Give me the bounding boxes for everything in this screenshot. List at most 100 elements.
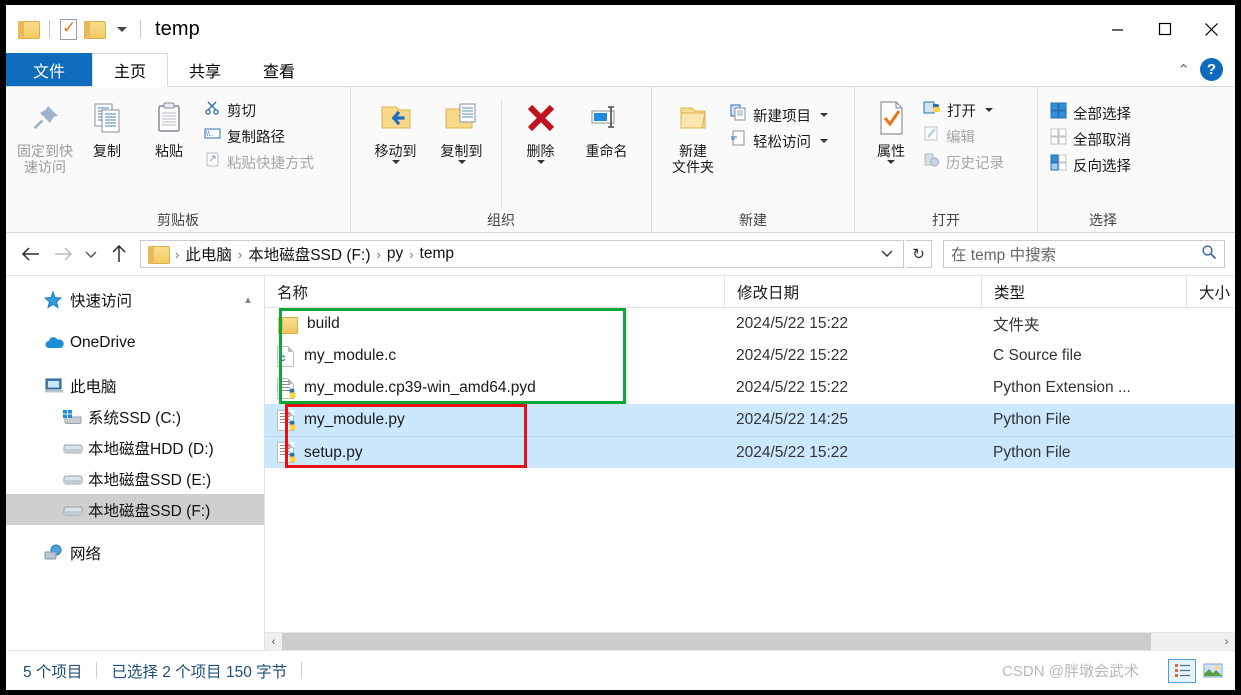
- new-item-label: 新建项目: [753, 108, 811, 125]
- properties-button[interactable]: 属性: [863, 94, 919, 164]
- file-date-cell: 2024/5/22 14:25: [736, 411, 849, 428]
- paste-button[interactable]: 粘贴: [138, 94, 200, 159]
- horizontal-scrollbar[interactable]: ‹ ›: [265, 632, 1235, 651]
- ribbon-tabs-right: ⌃ ?: [1177, 53, 1235, 86]
- back-button[interactable]: [16, 239, 46, 269]
- tab-view[interactable]: 查看: [242, 53, 316, 86]
- column-header-date[interactable]: 修改日期: [724, 276, 981, 307]
- move-to-button[interactable]: 移动到: [365, 94, 427, 164]
- easy-access-button[interactable]: 轻松访问: [726, 128, 832, 154]
- sidebar-item-network[interactable]: 网络: [6, 537, 264, 568]
- clipboard-group-title: 剪贴板: [157, 212, 199, 228]
- sidebar-label: 本地磁盘SSD (F:): [88, 502, 211, 520]
- sidebar-item-drive-c[interactable]: 系统SSD (C:): [6, 401, 264, 432]
- chevron-down-icon: [887, 160, 895, 164]
- title-bar: temp: [6, 5, 1235, 53]
- history-button[interactable]: 历史记录: [919, 149, 1008, 175]
- copy-button[interactable]: 复制: [76, 94, 138, 159]
- invert-selection-button[interactable]: 反向选择: [1046, 152, 1135, 178]
- sidebar-item-drive-e[interactable]: 本地磁盘SSD (E:): [6, 463, 264, 494]
- properties-icon: [876, 96, 906, 140]
- file-name: my_module.cp39-win_amd64.pyd: [304, 379, 536, 396]
- copy-to-label: 复制到: [440, 143, 483, 159]
- select-all-icon: [1050, 102, 1067, 124]
- copy-path-button[interactable]: \\.. 复制路径: [200, 123, 318, 149]
- address-dropdown-button[interactable]: [875, 247, 899, 261]
- new-folder-button[interactable]: 新建 文件夹: [660, 94, 726, 175]
- invert-selection-icon: [1050, 154, 1067, 176]
- properties-icon[interactable]: [60, 17, 77, 40]
- breadcrumb-item-temp[interactable]: temp: [416, 245, 458, 263]
- new-small-commands: 新建项目 轻松访问: [726, 94, 832, 154]
- refresh-button[interactable]: ↻: [906, 240, 932, 268]
- copy-to-button[interactable]: 复制到: [431, 94, 493, 164]
- forward-button[interactable]: [48, 239, 78, 269]
- select-all-button[interactable]: 全部选择: [1046, 100, 1135, 126]
- scrollbar-thumb[interactable]: [282, 632, 1151, 651]
- sidebar-item-drive-f[interactable]: 本地磁盘SSD (F:): [6, 494, 264, 525]
- open-button[interactable]: 打开: [919, 97, 1008, 123]
- python-logo-icon: [284, 388, 297, 401]
- table-row[interactable]: my_module.py 2024/5/22 14:25 Python File: [265, 404, 1235, 436]
- breadcrumb-item-drive-f[interactable]: 本地磁盘SSD (F:): [244, 243, 374, 265]
- sidebar-item-drive-d[interactable]: 本地磁盘HDD (D:): [6, 432, 264, 463]
- search-input[interactable]: 在 temp 中搜索: [951, 243, 1201, 265]
- new-folder-icon[interactable]: [84, 20, 106, 39]
- invert-selection-label: 反向选择: [1073, 158, 1131, 175]
- copy-label: 复制: [93, 143, 121, 159]
- tab-file[interactable]: 文件: [6, 53, 93, 86]
- new-item-button[interactable]: 新建项目: [726, 102, 832, 128]
- search-icon[interactable]: [1201, 244, 1217, 264]
- tab-share[interactable]: 共享: [168, 53, 242, 86]
- customize-qat-button[interactable]: [112, 5, 130, 53]
- select-none-button[interactable]: 全部取消: [1046, 126, 1135, 152]
- python-open-icon: [923, 99, 941, 121]
- table-row[interactable]: setup.py 2024/5/22 15:22 Python File: [265, 436, 1235, 468]
- windows-drive-icon: [62, 409, 88, 425]
- rename-button[interactable]: 重命名: [576, 94, 638, 159]
- paste-icon: [152, 96, 186, 140]
- table-row[interactable]: build 2024/5/22 15:22 文件夹: [265, 308, 1235, 340]
- ribbon-group-new: 新建 文件夹 新建项目 轻松访问 新建: [652, 87, 855, 232]
- scroll-right-button[interactable]: ›: [1218, 636, 1235, 648]
- edit-button[interactable]: 编辑: [919, 123, 1008, 149]
- file-name: build: [307, 315, 340, 332]
- thumbnails-view-button[interactable]: [1199, 659, 1227, 683]
- maximize-button[interactable]: [1141, 5, 1188, 53]
- pin-to-quick-access-button[interactable]: 固定到快 速访问: [14, 94, 76, 175]
- sidebar-item-this-pc[interactable]: 此电脑: [6, 370, 264, 401]
- select-none-label: 全部取消: [1073, 132, 1131, 149]
- breadcrumb-item-py[interactable]: py: [383, 245, 407, 263]
- cut-button[interactable]: 剪切: [200, 97, 318, 123]
- tab-home[interactable]: 主页: [92, 53, 169, 87]
- delete-button[interactable]: 删除: [510, 94, 572, 164]
- folder-icon[interactable]: [18, 20, 40, 39]
- paste-shortcut-button[interactable]: 粘贴快捷方式: [200, 149, 318, 175]
- new-folder-icon: [675, 96, 711, 140]
- recent-locations-button[interactable]: [80, 239, 102, 269]
- column-header-size[interactable]: 大小: [1186, 276, 1235, 307]
- explorer-window: temp 文件 主页 共享 查看 ⌃ ?: [6, 5, 1235, 690]
- up-button[interactable]: [104, 239, 134, 269]
- details-view-button[interactable]: [1168, 658, 1196, 683]
- table-row[interactable]: my_module.cp39-win_amd64.pyd 2024/5/22 1…: [265, 372, 1235, 404]
- scrollbar-track[interactable]: [282, 632, 1218, 651]
- file-rows: build 2024/5/22 15:22 文件夹 c my_module.c …: [265, 308, 1235, 632]
- selection-info-label: 已选择 2 个项目 150 字节: [111, 663, 288, 681]
- column-header-name[interactable]: 名称: [265, 276, 724, 307]
- minimize-button[interactable]: [1094, 5, 1141, 53]
- delete-icon: [524, 96, 558, 140]
- close-button[interactable]: [1188, 5, 1235, 53]
- help-button[interactable]: ?: [1200, 58, 1223, 81]
- table-row[interactable]: c my_module.c 2024/5/22 15:22 C Source f…: [265, 340, 1235, 372]
- file-name-cell: my_module.py: [265, 409, 724, 431]
- sidebar-item-quick-access[interactable]: 快速访问: [6, 284, 264, 315]
- breadcrumb-item-this-pc[interactable]: 此电脑: [181, 243, 236, 265]
- search-box[interactable]: 在 temp 中搜索: [943, 240, 1225, 268]
- column-header-type[interactable]: 类型: [981, 276, 1186, 307]
- scroll-left-button[interactable]: ‹: [265, 636, 282, 648]
- sidebar-item-onedrive[interactable]: OneDrive: [6, 327, 264, 358]
- breadcrumb-bar[interactable]: › 此电脑 › 本地磁盘SSD (F:) › py › temp: [140, 240, 904, 268]
- chevron-up-icon[interactable]: ⌃: [1177, 61, 1190, 79]
